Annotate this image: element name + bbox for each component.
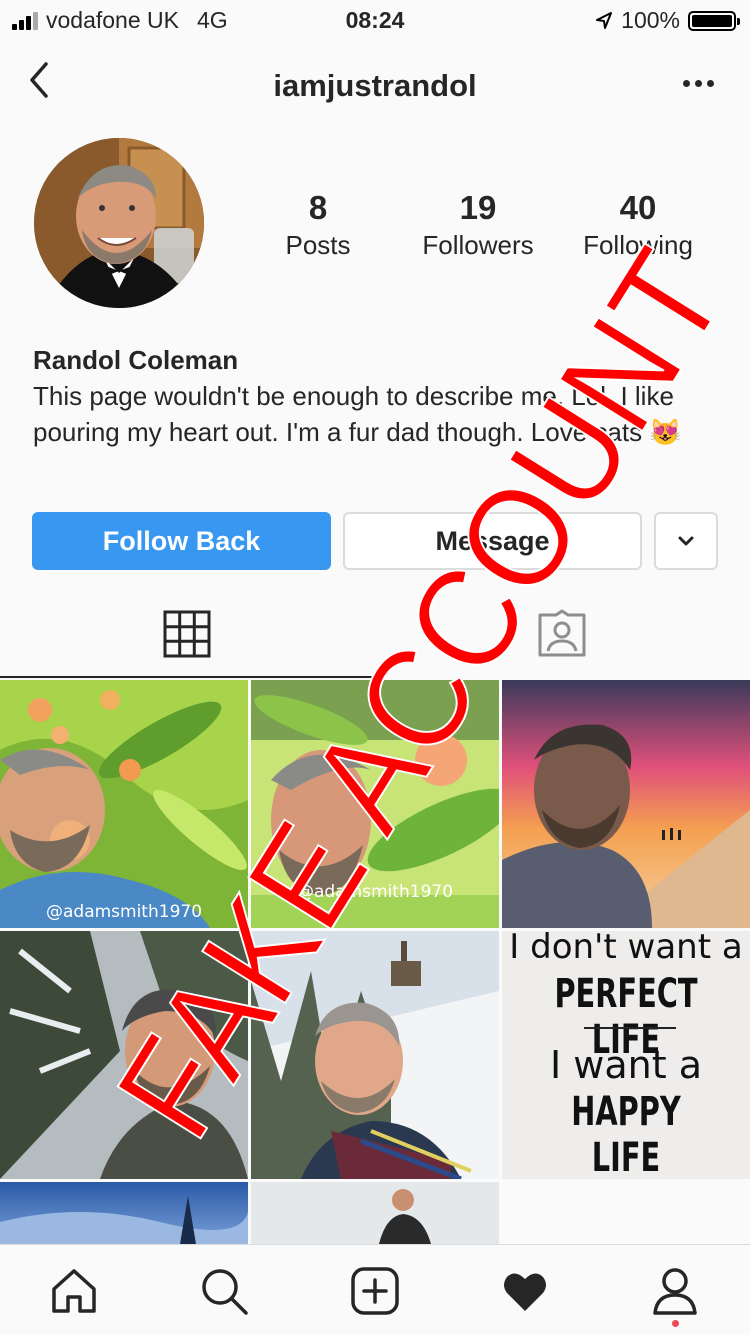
post-thumbnail-quote[interactable]: I don't want a PERFECT LIFE I want a HAP… (502, 931, 750, 1179)
profile-header: iamjustrandol (0, 48, 750, 120)
following-count-label: Following (583, 230, 693, 260)
location-arrow-icon (596, 11, 613, 29)
battery-percentage: 100% (621, 7, 680, 33)
more-options-icon[interactable] (683, 80, 714, 87)
new-post-icon[interactable] (349, 1265, 401, 1317)
chevron-down-icon (678, 536, 694, 546)
profile-icon[interactable] (649, 1265, 701, 1317)
post-thumbnail[interactable] (0, 1182, 248, 1244)
follow-back-button[interactable]: Follow Back (32, 512, 331, 570)
quote-line-1: I don't want a (509, 931, 743, 967)
post-thumbnail[interactable]: @adamsmith1970 (251, 680, 499, 928)
followers-count-label: Followers (422, 230, 534, 260)
posts-count-label: Posts (285, 230, 351, 260)
tagged-posts-tab-icon[interactable] (536, 609, 588, 659)
followers-count[interactable]: 19 Followers (398, 188, 558, 262)
posts-count-value: 8 (308, 189, 328, 226)
following-count-value: 40 (619, 189, 657, 226)
username-title: iamjustrandol (273, 68, 477, 103)
post-caption-text: @adamsmith1970 (45, 902, 203, 922)
grid-view-tab-icon[interactable] (163, 610, 211, 658)
search-icon[interactable] (198, 1265, 250, 1317)
active-tab-indicator (0, 676, 374, 678)
bottom-tab-bar (0, 1244, 750, 1335)
notification-dot (672, 1320, 679, 1327)
post-caption-text: @adamsmith1970 (296, 882, 454, 902)
quote-divider (584, 1027, 676, 1029)
suggested-accounts-button[interactable] (654, 512, 718, 570)
status-bar: vodafone UK 4G 08:24 100% (0, 0, 750, 40)
profile-full-name: Randol Coleman (33, 345, 239, 375)
post-thumbnail[interactable] (502, 680, 750, 928)
following-count[interactable]: 40 Following (558, 188, 718, 262)
message-button[interactable]: Message (343, 512, 642, 570)
posts-count[interactable]: 8 Posts (238, 188, 398, 262)
followers-count-value: 19 (459, 189, 497, 226)
profile-bio-text: This page wouldn't be enough to describe… (33, 381, 682, 447)
post-thumbnail[interactable] (251, 1182, 499, 1244)
post-thumbnail[interactable] (0, 931, 248, 1179)
battery-icon (688, 10, 740, 31)
quote-line-4: HAPPY LIFE (571, 1089, 681, 1179)
post-thumbnail[interactable] (251, 931, 499, 1179)
post-thumbnail[interactable]: @adamsmith1970 (0, 680, 248, 928)
home-icon[interactable] (48, 1265, 100, 1317)
activity-heart-icon[interactable] (499, 1265, 551, 1317)
quote-line-3: I want a (550, 1043, 702, 1087)
profile-avatar[interactable] (34, 138, 204, 308)
profile-bio-section: Randol Coleman This page wouldn't be eno… (33, 342, 723, 450)
